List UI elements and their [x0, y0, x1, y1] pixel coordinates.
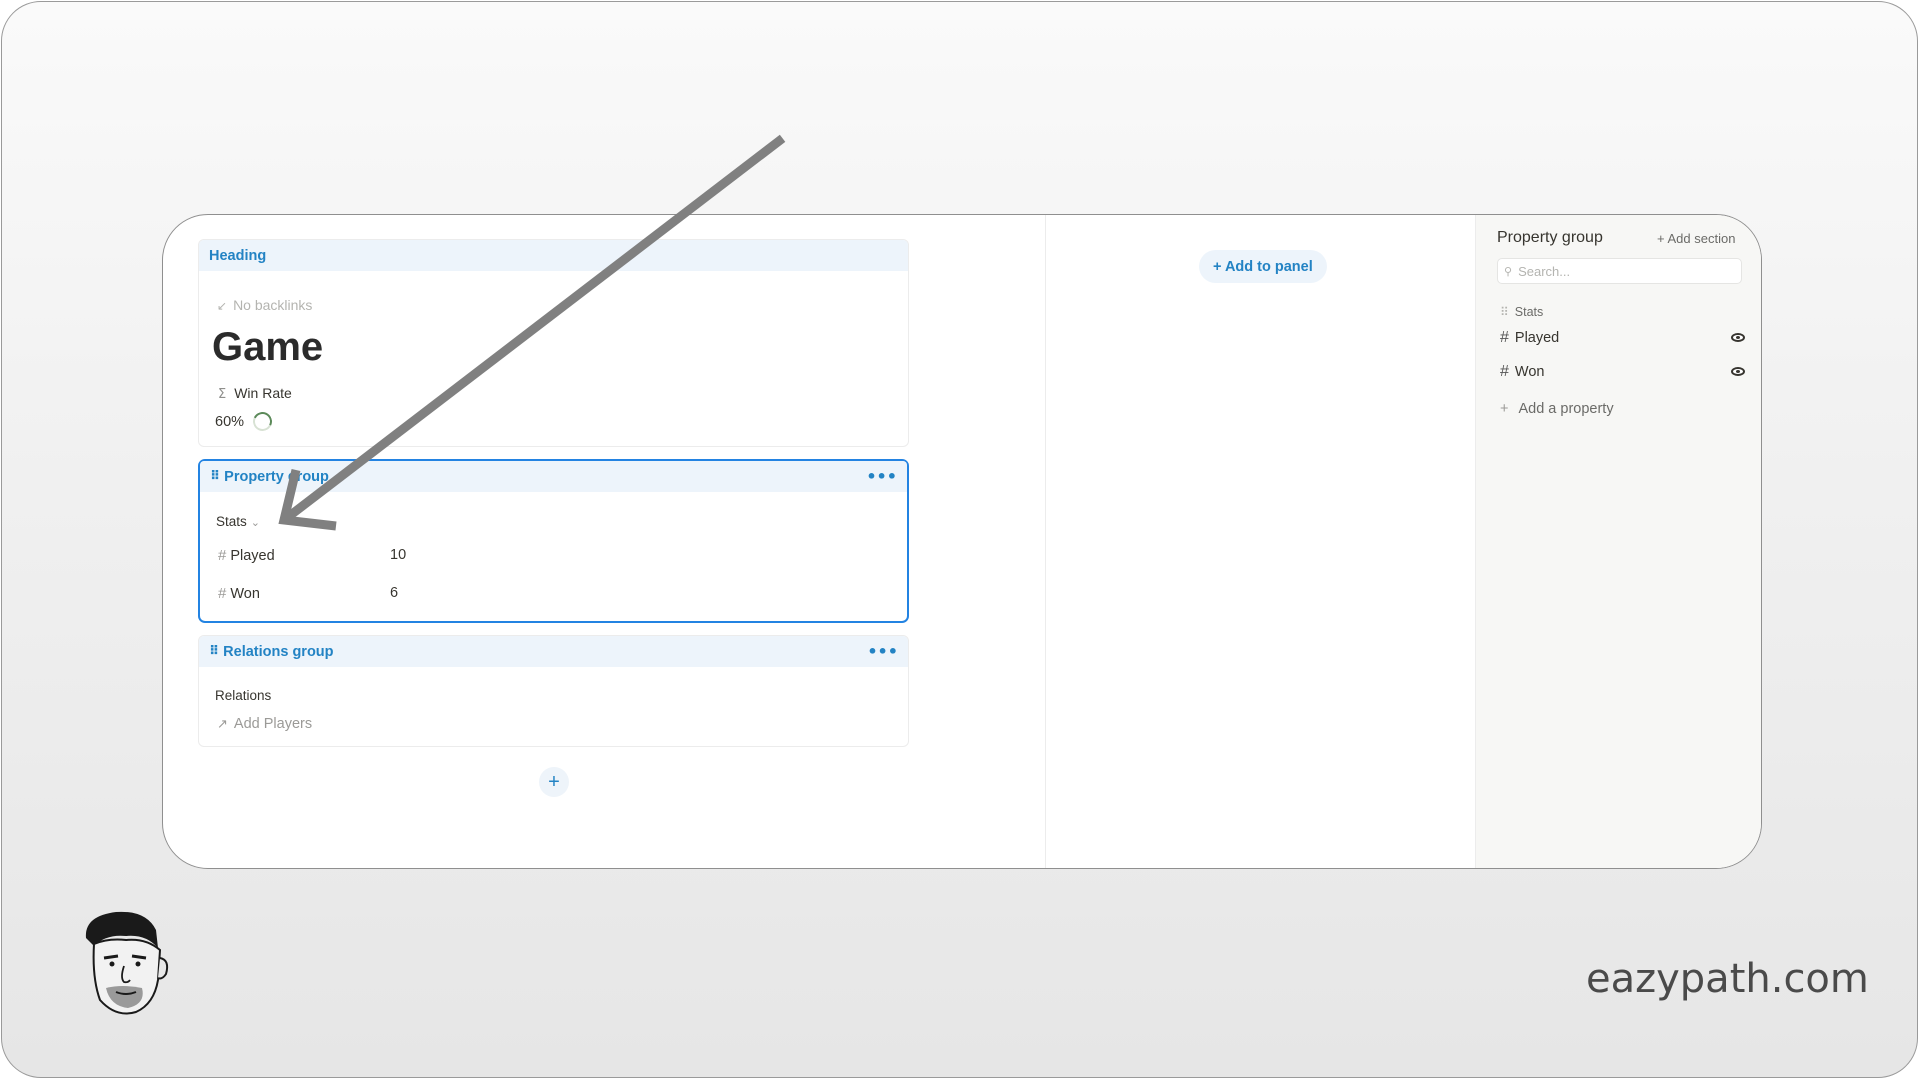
search-input[interactable]: Search... — [1518, 264, 1570, 279]
add-block-button[interactable]: + — [539, 767, 569, 797]
sigma-icon: Σ — [218, 387, 227, 402]
property-name: Played — [230, 548, 275, 564]
relations-group-card[interactable]: ⠿ Relations group ••• Relations ↗ Add Pla… — [198, 635, 909, 747]
brand-watermark: eazypath.com — [1586, 956, 1869, 1002]
sidebar-section-stats[interactable]: ⠿ Stats — [1500, 305, 1543, 319]
drag-handle-icon[interactable]: ⠿ — [1500, 305, 1509, 319]
property-value-won[interactable]: 6 — [390, 585, 398, 601]
sidebar-item-played[interactable]: # Played — [1500, 329, 1745, 347]
more-options-icon[interactable]: ••• — [866, 467, 897, 486]
winrate-property-label[interactable]: Σ Win Rate — [218, 385, 292, 402]
add-players-button[interactable]: ↗ Add Players — [217, 716, 312, 732]
eye-icon[interactable] — [1731, 333, 1745, 342]
relations-label: Relations — [215, 688, 272, 703]
stats-section-label: Stats — [216, 514, 247, 529]
property-group-sidebar: Property group + Add section ⚲ Search... … — [1475, 215, 1761, 868]
property-group-card[interactable]: ⠿ Property group ••• Stats ⌄ # Played 10 #… — [198, 459, 909, 623]
relations-group-header[interactable]: ⠿ Relations group ••• — [199, 636, 908, 667]
more-options-icon[interactable]: ••• — [867, 642, 898, 661]
property-value-played[interactable]: 10 — [390, 547, 406, 563]
sidebar-item-won[interactable]: # Won — [1500, 363, 1745, 381]
backlinks[interactable]: ↙ No backlinks — [217, 297, 312, 313]
sidebar-title: Property group — [1497, 229, 1603, 246]
sidebar-item-label: Played — [1514, 330, 1560, 346]
property-name: Won — [230, 586, 260, 602]
add-property-label: Add a property — [1518, 401, 1614, 417]
add-property-button[interactable]: + Add a property — [1500, 401, 1614, 417]
heading-card-title: Heading — [209, 247, 267, 264]
number-icon: # — [218, 585, 227, 602]
winrate-value-text: 60% — [215, 413, 245, 430]
winrate-label-text: Win Rate — [234, 385, 292, 401]
avatar — [85, 911, 169, 1015]
page-title: Game — [212, 325, 324, 369]
search-icon: ⚲ — [1504, 264, 1513, 278]
relations-group-title: Relations group — [223, 643, 334, 660]
backlink-arrow-icon: ↙ — [217, 299, 228, 313]
add-players-label: Add Players — [233, 716, 313, 732]
property-group-header[interactable]: ⠿ Property group ••• — [200, 461, 907, 492]
number-icon: # — [1500, 329, 1509, 346]
eye-icon[interactable] — [1731, 367, 1745, 376]
property-row-played[interactable]: # Played — [218, 547, 275, 564]
add-to-panel-button[interactable]: + Add to panel — [1199, 250, 1327, 283]
property-row-won[interactable]: # Won — [218, 585, 260, 602]
sidebar-item-label: Won — [1514, 364, 1545, 380]
arrow-up-right-icon: ↗ — [217, 717, 228, 732]
heading-card-header[interactable]: Heading — [199, 240, 908, 271]
column-divider — [1045, 215, 1046, 868]
number-icon: # — [218, 547, 227, 564]
plus-icon: + — [1500, 401, 1509, 417]
drag-handle-icon[interactable]: ⠿ — [209, 644, 219, 659]
progress-ring-icon — [250, 409, 275, 434]
heading-card[interactable]: Heading ↙ No backlinks Game Σ Win Rate 60% — [198, 239, 909, 447]
property-group-title: Property group — [224, 468, 329, 485]
number-icon: # — [1500, 363, 1509, 380]
sidebar-section-label: Stats — [1514, 305, 1544, 319]
winrate-value[interactable]: 60% — [215, 409, 275, 434]
drag-handle-icon[interactable]: ⠿ — [210, 469, 220, 484]
add-section-button[interactable]: + Add section — [1657, 231, 1735, 246]
backlinks-label: No backlinks — [233, 297, 313, 313]
chevron-down-icon: ⌄ — [250, 516, 260, 529]
slide-frame: Heading ↙ No backlinks Game Σ Win Rate 60%… — [1, 1, 1918, 1078]
notion-layout-editor: Heading ↙ No backlinks Game Σ Win Rate 60%… — [162, 214, 1762, 869]
stats-section-toggle[interactable]: Stats ⌄ — [216, 514, 260, 529]
search-field[interactable]: ⚲ Search... — [1497, 258, 1742, 284]
